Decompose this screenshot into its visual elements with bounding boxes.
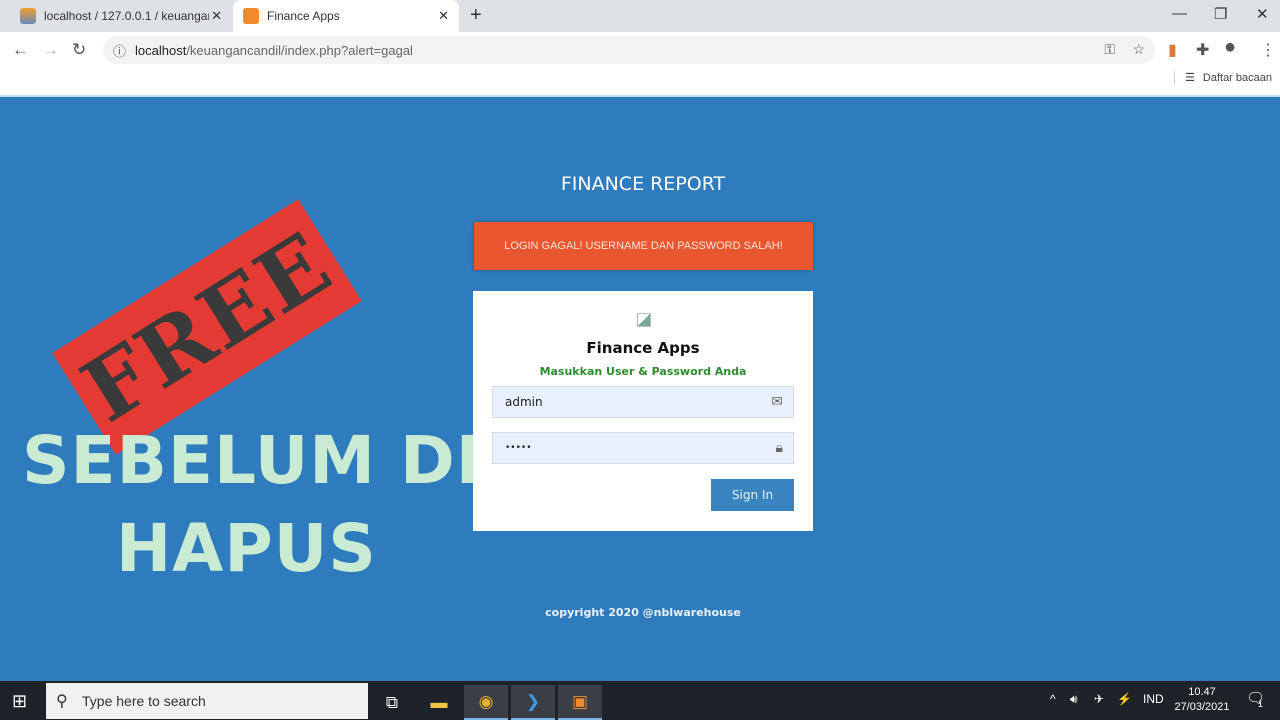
reload-icon[interactable]: ↻	[72, 40, 86, 60]
address-bar[interactable]: ⓘ localhost/keuangancandil/index.php?ale…	[103, 36, 1155, 64]
search-icon: ⚲	[56, 693, 68, 710]
airplane-icon[interactable]: ✈	[1094, 692, 1104, 706]
url-path: /keuangancandil/index.php?alert=gagal	[186, 42, 413, 58]
clock[interactable]: 10.47 27/03/2021	[1172, 685, 1232, 715]
new-tab-button[interactable]: +	[470, 4, 482, 27]
volume-icon[interactable]: 🔊︎	[1070, 692, 1078, 707]
login-card: Finance Apps Masukkan User & Password An…	[473, 291, 813, 531]
xampp-icon	[243, 8, 259, 24]
browser-toolbar: ← → ↻ ⓘ localhost/keuangancandil/index.p…	[0, 32, 1280, 96]
overlay-text-1: SEBELUM DI	[22, 422, 482, 499]
back-icon[interactable]: ←	[12, 40, 29, 60]
tab-phpmyadmin[interactable]: localhost / 127.0.0.1 / keuangan2 ✕	[10, 0, 232, 32]
search-placeholder: Type here to search	[82, 693, 206, 709]
key-icon[interactable]: ⚿	[1104, 41, 1115, 58]
url-host: localhost	[135, 42, 187, 58]
app-name: Finance Apps	[586, 339, 700, 357]
overlay-text-2: HAPUS	[116, 510, 377, 587]
extension-icon[interactable]: ▮	[1168, 40, 1177, 60]
taskbar: ⊞ ⚲ Type here to search ⧉ ▬ ◉ ❯ ▣ ^ 🔊︎ ✈…	[0, 681, 1280, 720]
sign-in-button[interactable]: Sign In	[711, 479, 794, 511]
broken-image-icon	[637, 313, 651, 327]
restore-button[interactable]: ❐	[1214, 5, 1227, 23]
task-view-icon[interactable]: ⧉	[370, 685, 414, 720]
tab-label: localhost / 127.0.0.1 / keuangan2	[44, 9, 209, 23]
taskbar-search[interactable]: ⚲ Type here to search	[46, 683, 368, 719]
star-icon[interactable]: ☆	[1132, 41, 1145, 58]
minimize-button[interactable]: —	[1172, 5, 1187, 22]
clock-time: 10.47	[1188, 686, 1216, 698]
phpmyadmin-icon	[20, 8, 36, 24]
tab-finance-apps[interactable]: Finance Apps ✕	[233, 0, 459, 32]
page-title: FINANCE REPORT	[560, 173, 726, 195]
username-input[interactable]: admin ✉	[492, 386, 794, 418]
login-subtitle: Masukkan User & Password Anda	[539, 365, 747, 378]
file-explorer-icon[interactable]: ▬	[417, 685, 461, 720]
xampp-taskbar-icon[interactable]: ▣	[558, 685, 602, 720]
puzzle-icon[interactable]: ✚	[1196, 40, 1209, 60]
close-tab-icon[interactable]: ✕	[211, 8, 222, 24]
error-alert: LOGIN GAGAL! USERNAME DAN PASSWORD SALAH…	[474, 222, 813, 270]
language-indicator[interactable]: IND	[1143, 692, 1164, 706]
copyright: copyright 2020 @nblwarehouse	[545, 606, 741, 619]
envelope-icon: ✉	[771, 394, 783, 410]
tab-label: Finance Apps	[267, 9, 340, 23]
password-value: •••••	[505, 443, 532, 453]
reading-list-icon: ☰	[1185, 72, 1195, 84]
windows-start-icon[interactable]: ⊞	[12, 691, 27, 712]
notification-count: 1	[1258, 699, 1264, 709]
username-value: admin	[505, 395, 543, 409]
battery-icon[interactable]: ⚡	[1117, 692, 1132, 706]
chrome-icon[interactable]: ◉	[464, 685, 508, 720]
login-page: FREE SEBELUM DI HAPUS FINANCE REPORT LOG…	[0, 97, 1280, 681]
menu-icon[interactable]: ⋮	[1260, 40, 1276, 60]
profile-icon[interactable]: ●	[1224, 36, 1236, 59]
close-window-button[interactable]: ✕	[1256, 5, 1269, 23]
reading-list-label: Daftar bacaan	[1202, 71, 1272, 84]
stamp-text: FREE	[65, 212, 349, 442]
info-icon[interactable]: ⓘ	[113, 41, 126, 60]
forward-icon[interactable]: →	[42, 40, 59, 60]
lock-icon: 🔒︎	[775, 440, 783, 456]
tray-chevron-icon[interactable]: ^	[1050, 692, 1056, 706]
tab-bar: localhost / 127.0.0.1 / keuangan2 ✕ Fina…	[0, 0, 1280, 32]
reading-list-button[interactable]: ☰ Daftar bacaan	[1174, 71, 1272, 84]
clock-date: 27/03/2021	[1174, 701, 1230, 713]
close-tab-icon[interactable]: ✕	[438, 8, 449, 24]
password-input[interactable]: ••••• 🔒︎	[492, 432, 794, 464]
vscode-icon[interactable]: ❯	[511, 685, 555, 720]
free-stamp: FREE	[52, 199, 362, 455]
